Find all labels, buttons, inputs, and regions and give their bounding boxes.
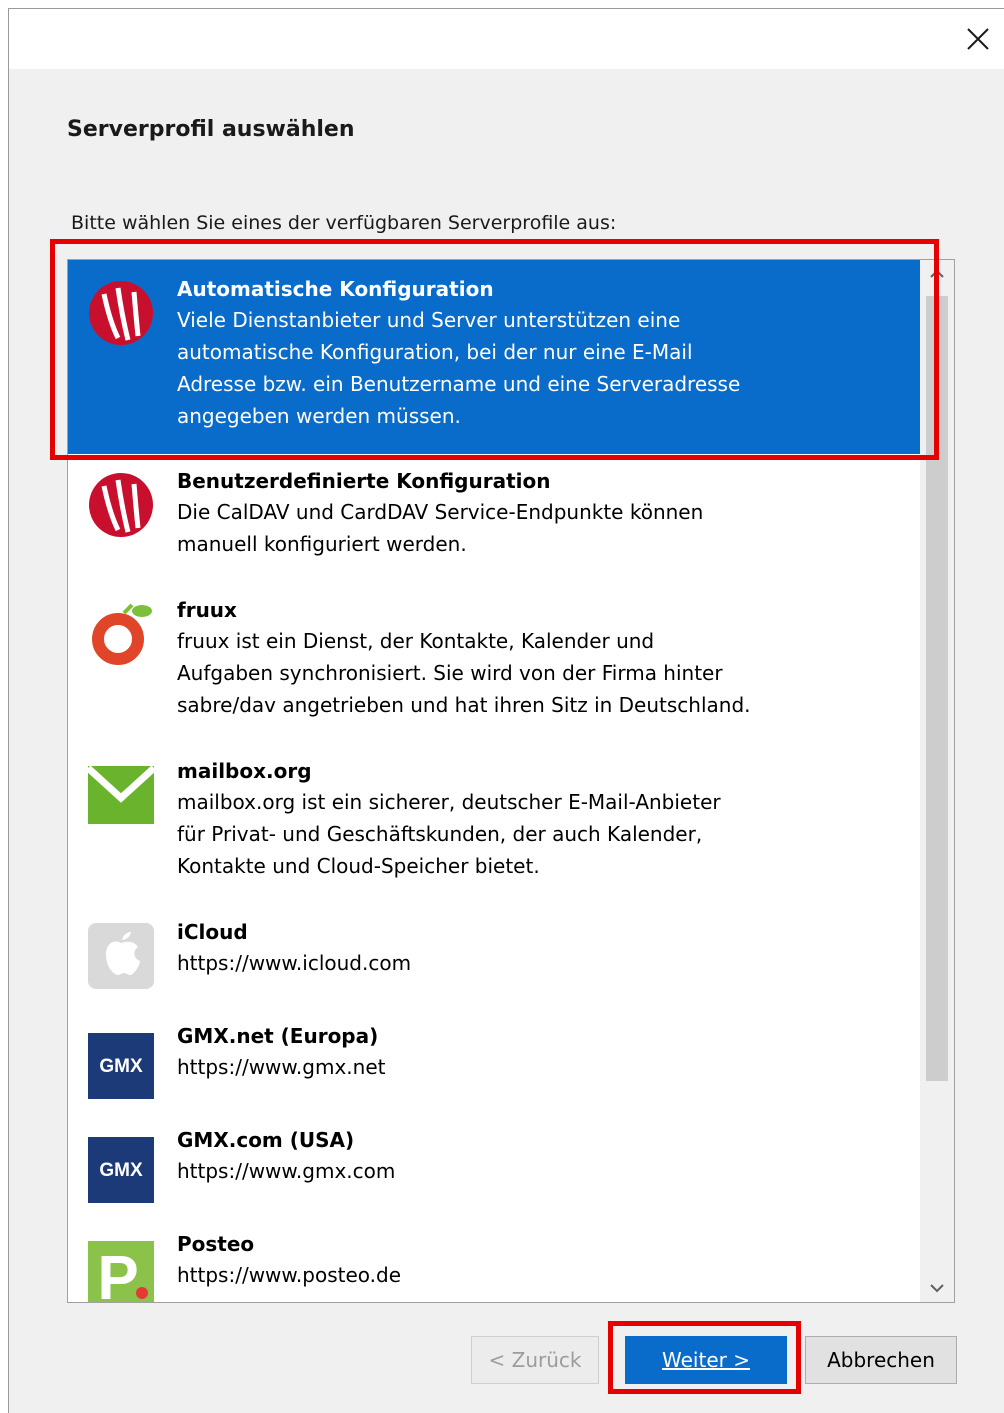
profile-name: iCloud xyxy=(177,920,248,944)
profile-name: Automatische Konfiguration xyxy=(177,277,494,301)
profile-name: GMX.net (Europa) xyxy=(177,1024,379,1048)
profile-description: https://www.gmx.com xyxy=(177,1159,396,1183)
server-profile-list[interactable]: Automatische Konfiguration Viele Diensta… xyxy=(67,259,955,1303)
list-scrollbar[interactable] xyxy=(920,260,954,1302)
profile-description: https://www.icloud.com xyxy=(177,951,412,975)
scroll-up-button[interactable] xyxy=(920,260,954,288)
posteo-logo-icon: P xyxy=(88,1241,154,1303)
back-button[interactable]: < Zurück xyxy=(471,1336,599,1384)
cancel-button[interactable]: Abbrechen xyxy=(805,1336,957,1384)
dialog-window: Serverprofil auswählen Bitte wählen Sie … xyxy=(8,8,1004,1413)
davx-logo-icon xyxy=(89,281,153,345)
profile-item-mailbox[interactable]: mailbox.org mailbox.org ist ein sicherer… xyxy=(68,744,920,905)
chevron-up-icon xyxy=(930,269,944,278)
scroll-down-button[interactable] xyxy=(920,1274,954,1302)
profile-name: GMX.com (USA) xyxy=(177,1128,355,1152)
svg-text:P: P xyxy=(97,1244,138,1303)
close-icon xyxy=(967,28,989,50)
page-title: Serverprofil auswählen xyxy=(67,117,355,142)
gmx-logo-icon: GMX xyxy=(88,1033,154,1099)
profile-name: Benutzerdefinierte Konfiguration xyxy=(177,469,551,493)
profile-item-automatic[interactable]: Automatische Konfiguration Viele Diensta… xyxy=(68,260,920,454)
title-bar xyxy=(9,9,1004,69)
profile-item-icloud[interactable]: iCloud https://www.icloud.com xyxy=(68,905,920,1009)
profile-item-custom[interactable]: Benutzerdefinierte Konfiguration Die Cal… xyxy=(68,454,920,583)
profile-name: mailbox.org xyxy=(177,759,312,783)
profile-description: fruux ist ein Dienst, der Kontakte, Kale… xyxy=(177,629,751,717)
profile-description: Viele Dienstanbieter und Server unterstü… xyxy=(177,308,741,428)
davx-logo-icon xyxy=(89,473,153,537)
svg-text:GMX: GMX xyxy=(99,1056,143,1077)
chevron-down-icon xyxy=(930,1284,944,1293)
profile-description: mailbox.org ist ein sicherer, deutscher … xyxy=(177,790,721,878)
scroll-thumb[interactable] xyxy=(926,296,948,1081)
apple-logo-icon xyxy=(88,923,154,989)
profile-description: Die CalDAV und CardDAV Service-Endpunkte… xyxy=(177,500,704,556)
next-button[interactable]: Weiter > xyxy=(625,1336,787,1384)
profile-item-posteo[interactable]: P Posteo https://www.posteo.de xyxy=(68,1217,920,1303)
instruction-text: Bitte wählen Sie eines der verfügbaren S… xyxy=(71,212,617,234)
profile-item-gmx-net[interactable]: GMX GMX.net (Europa) https://www.gmx.net xyxy=(68,1009,920,1113)
mailbox-envelope-icon xyxy=(88,765,154,824)
profile-item-gmx-com[interactable]: GMX GMX.com (USA) https://www.gmx.com xyxy=(68,1113,920,1217)
close-button[interactable] xyxy=(958,19,998,59)
gmx-logo-icon: GMX xyxy=(88,1137,154,1203)
fruux-logo-icon xyxy=(92,603,152,665)
profile-description: https://www.gmx.net xyxy=(177,1055,386,1079)
profile-name: fruux xyxy=(177,598,237,622)
profile-item-fruux[interactable]: fruux fruux ist ein Dienst, der Kontakte… xyxy=(68,583,920,744)
svg-text:GMX: GMX xyxy=(99,1160,143,1181)
profile-name: Posteo xyxy=(177,1232,255,1256)
profile-description: https://www.posteo.de xyxy=(177,1263,402,1287)
